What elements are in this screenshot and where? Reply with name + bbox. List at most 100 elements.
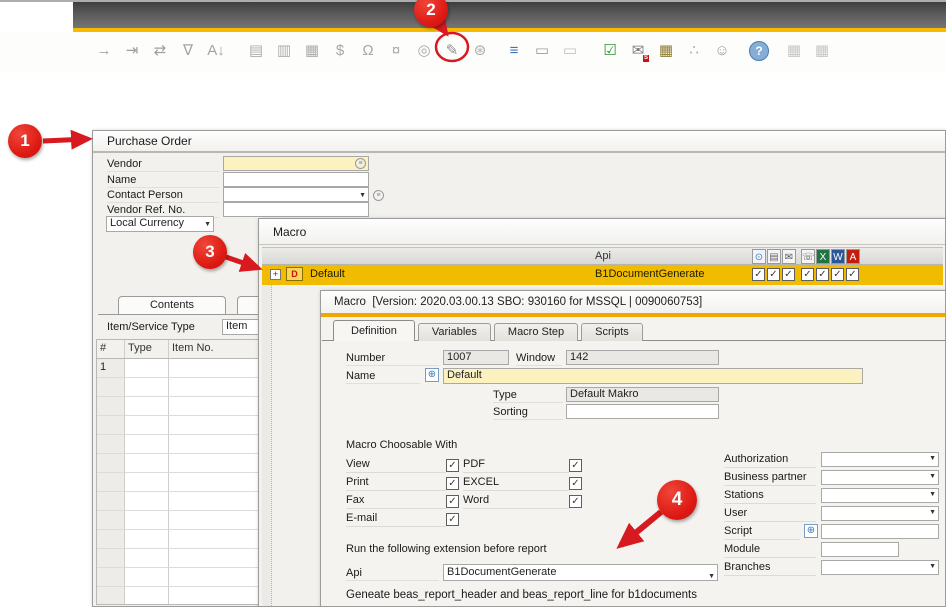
- script-lookup-icon[interactable]: ⊕: [804, 524, 818, 538]
- vendor-ref-input[interactable]: [223, 202, 369, 217]
- fax-icon[interactable]: ☏: [801, 249, 815, 264]
- database-tools-icon[interactable]: ≡: [503, 39, 525, 63]
- table-cell[interactable]: [97, 492, 125, 511]
- document-payment-icon[interactable]: ¤: [385, 39, 407, 63]
- print-icon[interactable]: ▤: [767, 249, 781, 264]
- name-input[interactable]: [223, 172, 369, 187]
- tab-definition[interactable]: Definition: [333, 320, 415, 341]
- tab-macro-step[interactable]: Macro Step: [494, 323, 578, 341]
- table-cell[interactable]: [97, 454, 125, 473]
- refresh-icon[interactable]: ⇄: [149, 39, 171, 63]
- table-cell[interactable]: [169, 397, 266, 416]
- macro-row-checkbox-excel[interactable]: ✓: [816, 268, 829, 281]
- filter-icon[interactable]: ∇: [177, 39, 199, 63]
- api-column-header[interactable]: Api: [595, 250, 611, 262]
- table-cell[interactable]: [169, 473, 266, 492]
- table-cell[interactable]: 1: [97, 359, 125, 378]
- branches-dropdown[interactable]: ▼: [821, 560, 939, 575]
- checkbox-fax[interactable]: ✓: [446, 495, 459, 508]
- checkbox-excel[interactable]: ✓: [569, 477, 582, 490]
- addon-grid-icon-1[interactable]: ▦: [783, 39, 805, 63]
- user-dropdown[interactable]: ▼: [821, 506, 939, 521]
- link-arrow-icon[interactable]: ⊕: [425, 368, 439, 382]
- macro-row-checkbox-fax[interactable]: ✓: [801, 268, 814, 281]
- table-cell[interactable]: [125, 397, 169, 416]
- copy-from-document-icon[interactable]: ▤: [245, 39, 267, 63]
- table-cell[interactable]: [169, 378, 266, 397]
- preview-icon[interactable]: ⊙: [752, 249, 766, 264]
- table-cell[interactable]: [169, 454, 266, 473]
- table-cell[interactable]: [169, 530, 266, 549]
- table-cell[interactable]: [125, 530, 169, 549]
- table-cell[interactable]: [125, 416, 169, 435]
- table-cell[interactable]: [125, 378, 169, 397]
- table-cell[interactable]: [125, 511, 169, 530]
- contact-person-dropdown[interactable]: ▼: [223, 187, 369, 202]
- macro-tree-row[interactable]: + D Default B1DocumentGenerate ✓✓✓✓✓✓✓: [262, 265, 943, 285]
- word-icon[interactable]: W: [831, 249, 845, 264]
- currency-dropdown[interactable]: Local Currency ▼: [106, 216, 214, 232]
- table-cell[interactable]: [97, 416, 125, 435]
- copy-to-document-icon[interactable]: ▥: [273, 39, 295, 63]
- script-input[interactable]: [821, 524, 939, 539]
- table-cell[interactable]: [125, 454, 169, 473]
- table-cell[interactable]: [97, 568, 125, 587]
- tab-variables[interactable]: Variables: [418, 323, 491, 341]
- calendar-icon[interactable]: ▦: [655, 39, 677, 63]
- table-cell[interactable]: [97, 549, 125, 568]
- checkbox-view[interactable]: ✓: [446, 459, 459, 472]
- pdf-icon[interactable]: A: [846, 249, 860, 264]
- macro-row-checkbox-word[interactable]: ✓: [831, 268, 844, 281]
- next-record-icon[interactable]: →: [93, 39, 115, 63]
- mail-icon[interactable]: ✉S: [627, 39, 649, 63]
- table-cell[interactable]: [169, 587, 266, 605]
- checkbox-pdf[interactable]: ✓: [569, 459, 582, 472]
- email-icon[interactable]: ✉: [782, 249, 796, 264]
- help-icon[interactable]: ?: [749, 41, 769, 61]
- tab-contents[interactable]: Contents: [118, 296, 226, 314]
- sorting-input[interactable]: [566, 404, 719, 419]
- gross-profit-icon[interactable]: $: [329, 39, 351, 63]
- macro-row-checkbox-email[interactable]: ✓: [782, 268, 795, 281]
- table-cell[interactable]: [97, 473, 125, 492]
- checklist-icon[interactable]: ☑: [599, 39, 621, 63]
- table-cell[interactable]: [169, 492, 266, 511]
- table-cell[interactable]: [125, 359, 169, 378]
- table-cell[interactable]: [97, 435, 125, 454]
- excel-icon[interactable]: X: [816, 249, 830, 264]
- table-cell[interactable]: [97, 530, 125, 549]
- table-cell[interactable]: [97, 587, 125, 605]
- business-partner-dropdown[interactable]: ▼: [821, 470, 939, 485]
- table-cell[interactable]: [125, 473, 169, 492]
- table-cell[interactable]: [125, 492, 169, 511]
- table-cell[interactable]: [97, 511, 125, 530]
- table-cell[interactable]: [97, 397, 125, 416]
- tab-scripts[interactable]: Scripts: [581, 323, 643, 341]
- table-cell[interactable]: [125, 435, 169, 454]
- checkbox-word[interactable]: ✓: [569, 495, 582, 508]
- document-settings-icon[interactable]: ⊛: [469, 39, 491, 63]
- orgchart-icon[interactable]: ∴: [683, 39, 705, 63]
- checkbox-print[interactable]: ✓: [446, 477, 459, 490]
- table-cell[interactable]: [169, 549, 266, 568]
- authorization-dropdown[interactable]: ▼: [821, 452, 939, 467]
- message-sent-icon[interactable]: ▭: [559, 39, 581, 63]
- checkbox-e-mail[interactable]: ✓: [446, 513, 459, 526]
- choose-from-list-icon[interactable]: ≡: [355, 158, 366, 169]
- macro-name-input[interactable]: Default: [443, 368, 863, 384]
- table-cell[interactable]: [169, 435, 266, 454]
- table-cell[interactable]: [125, 549, 169, 568]
- table-cell[interactable]: [169, 359, 266, 378]
- message-icon[interactable]: ▭: [531, 39, 553, 63]
- tree-expand-icon[interactable]: +: [270, 269, 281, 280]
- sort-table-icon[interactable]: A↓: [205, 39, 227, 63]
- api-dropdown[interactable]: B1DocumentGenerate ▼: [443, 564, 718, 581]
- vendor-input[interactable]: ≡: [223, 156, 369, 171]
- payment-means-icon[interactable]: ▦: [301, 39, 323, 63]
- table-cell[interactable]: [169, 511, 266, 530]
- user-icon[interactable]: ☺: [711, 39, 733, 63]
- table-cell[interactable]: [97, 378, 125, 397]
- module-input[interactable]: [821, 542, 899, 557]
- volume-weight-icon[interactable]: Ω: [357, 39, 379, 63]
- table-cell[interactable]: [169, 416, 266, 435]
